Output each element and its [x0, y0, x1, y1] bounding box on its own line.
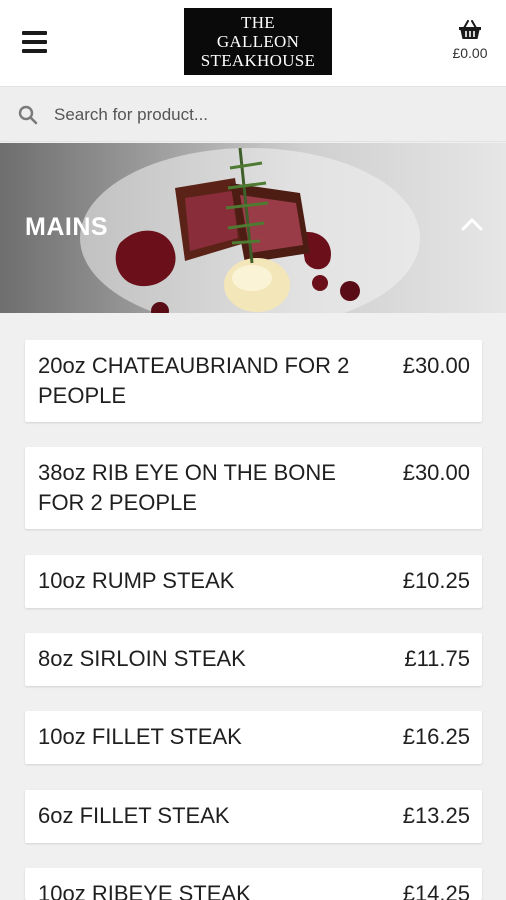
logo-line-3: STEAKHOUSE	[200, 51, 316, 70]
search-icon	[18, 105, 38, 125]
item-name: 6oz FILLET STEAK	[38, 803, 230, 828]
basket-total: £0.00	[452, 45, 488, 61]
menu-item[interactable]: 10oz FILLET STEAK £16.25	[25, 711, 482, 764]
item-price: £13.25	[402, 803, 470, 828]
item-name: 10oz FILLET STEAK	[38, 724, 242, 749]
chevron-up-icon[interactable]	[460, 216, 484, 232]
item-name: 8oz SIRLOIN STEAK	[38, 646, 246, 671]
item-name: 10oz RUMP STEAK	[38, 568, 235, 593]
item-price: £30.00	[402, 353, 470, 378]
item-price: £14.25	[402, 881, 470, 900]
item-price: £11.75	[404, 646, 470, 671]
menu-item[interactable]: 8oz SIRLOIN STEAK £11.75	[25, 633, 482, 686]
menu-item[interactable]: 10oz RUMP STEAK £10.25	[25, 555, 482, 608]
hamburger-menu-icon[interactable]	[22, 28, 48, 56]
item-price: £10.25	[402, 568, 470, 593]
app-header: THE GALLEON STEAKHOUSE £0.00	[0, 0, 506, 86]
category-title: MAINS	[25, 213, 109, 241]
menu-item[interactable]: 6oz FILLET STEAK £13.25	[25, 790, 482, 843]
basket-button[interactable]: £0.00	[446, 20, 494, 70]
menu-item[interactable]: 38oz RIB EYE ON THE BONE FOR 2 PEOPLE £3…	[25, 447, 482, 529]
item-name: 38oz RIB EYE ON THE BONE FOR 2 PEOPLE	[38, 460, 336, 515]
menu-item[interactable]: 10oz RIBEYE STEAK £14.25	[25, 868, 482, 900]
shopping-basket-icon	[459, 20, 481, 39]
item-price: £16.25	[402, 724, 470, 749]
galleon-steakhouse-logo[interactable]: THE GALLEON STEAKHOUSE	[184, 8, 332, 75]
search-input[interactable]	[54, 97, 484, 133]
category-header-mains[interactable]: MAINS	[0, 143, 506, 313]
menu-item[interactable]: 20oz CHATEAUBRIAND FOR 2 PEOPLE £30.00	[25, 340, 482, 422]
item-name: 10oz RIBEYE STEAK	[38, 881, 251, 900]
logo-line-2: GALLEON	[216, 32, 300, 51]
item-name: 20oz CHATEAUBRIAND FOR 2 PEOPLE	[38, 353, 350, 408]
search-bar	[0, 86, 506, 142]
item-price: £30.00	[402, 460, 470, 485]
logo-line-1: THE	[241, 13, 275, 32]
